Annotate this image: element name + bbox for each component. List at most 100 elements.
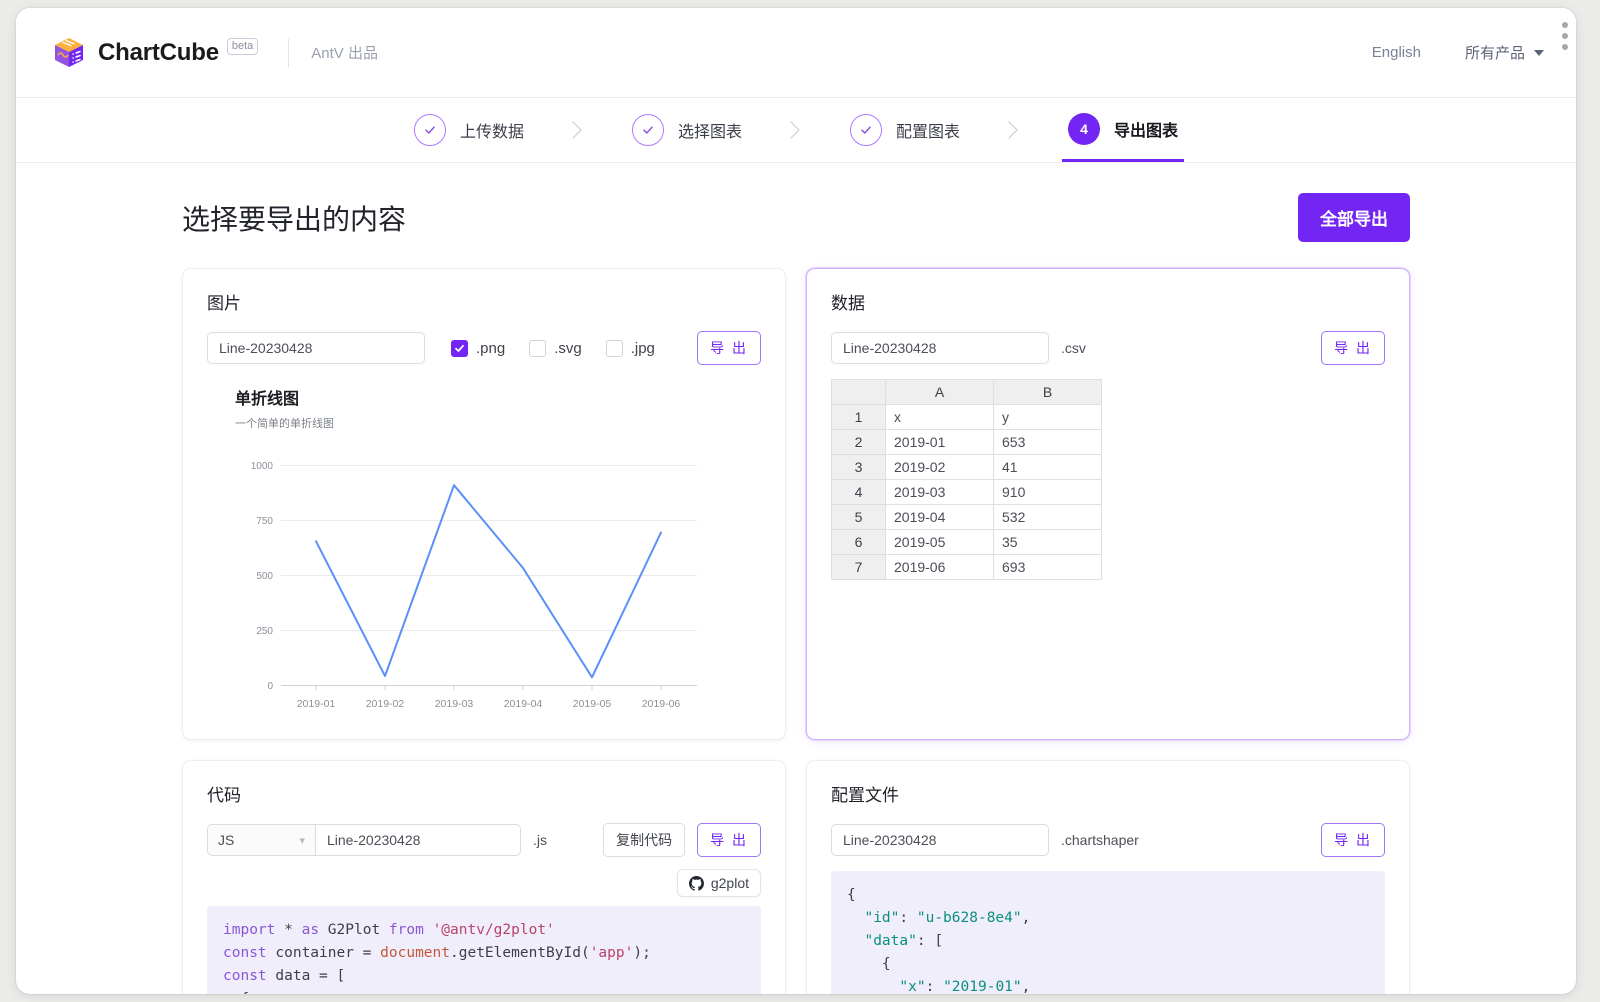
code-export-button[interactable]: 导 出 <box>697 823 761 857</box>
step-upload-data[interactable]: 上传数据 <box>408 98 530 162</box>
svg-text:2019-02: 2019-02 <box>366 698 405 710</box>
language-switch[interactable]: English <box>1372 44 1421 61</box>
brand-logo[interactable]: ChartCube beta <box>52 36 259 70</box>
data-card-title: 数据 <box>831 294 865 313</box>
format-label: .png <box>476 339 506 357</box>
export-all-button[interactable]: 全部导出 <box>1298 193 1410 242</box>
row-number: 6 <box>831 529 886 555</box>
data-filename-input[interactable] <box>831 332 1049 364</box>
step-check-icon <box>850 114 882 146</box>
step-progress: 上传数据 选择图表 配置图表 4 导出图表 <box>16 98 1576 163</box>
github-repo-chip[interactable]: g2plot <box>676 869 761 897</box>
cell-b[interactable]: y <box>993 404 1102 430</box>
checkbox-box <box>605 339 623 357</box>
dot-2 <box>1562 33 1568 39</box>
config-preview[interactable]: { "id": "u-b628-8e4", "data": [ { "x": "… <box>831 871 1385 994</box>
cell-a[interactable]: 2019-06 <box>885 554 994 580</box>
image-export-card: 图片 .png .svg <box>182 268 786 740</box>
cell-a[interactable]: 2019-03 <box>885 479 994 505</box>
top-header: ChartCube beta AntV 出品 English 所有产品 <box>16 8 1576 98</box>
cell-b[interactable]: 653 <box>993 429 1102 455</box>
all-products-label: 所有产品 <box>1464 45 1525 62</box>
config-filename-input[interactable] <box>831 824 1049 856</box>
table-row[interactable]: 2 2019-01 653 <box>831 429 1102 455</box>
header-actions: English 所有产品 <box>1372 42 1544 63</box>
table-row[interactable]: 7 2019-06 693 <box>831 554 1102 580</box>
chart-title: 单折线图 <box>235 391 300 408</box>
page-content: 选择要导出的内容 全部导出 图片 .png <box>16 163 1576 994</box>
row-number: 5 <box>831 504 886 530</box>
chevron-down-icon <box>1534 49 1544 56</box>
step-check-icon <box>631 114 664 146</box>
code-language-select[interactable]: JS ▾ <box>207 824 315 856</box>
step-choose-chart[interactable]: 选择图表 <box>626 98 748 162</box>
cell-b[interactable]: 910 <box>993 479 1102 505</box>
code-language-value: JS <box>218 832 235 848</box>
chevron-down-icon: ▾ <box>299 834 305 847</box>
table-header-row: A B <box>831 379 1102 405</box>
checkbox-box <box>451 339 468 357</box>
window-more-dots[interactable] <box>1560 22 1570 50</box>
row-number: 4 <box>831 479 886 505</box>
image-filename-input[interactable] <box>207 332 425 364</box>
image-export-button[interactable]: 导 出 <box>697 331 761 365</box>
format-checkbox-png[interactable]: .png <box>451 339 506 357</box>
cell-a[interactable]: 2019-02 <box>885 454 994 480</box>
format-checkbox-svg[interactable]: .svg <box>529 339 582 357</box>
step-separator-icon <box>530 119 626 141</box>
cell-a[interactable]: 2019-04 <box>885 504 994 530</box>
step-configure-chart[interactable]: 配置图表 <box>844 98 966 162</box>
config-export-button[interactable]: 导 出 <box>1321 823 1385 857</box>
step-label: 导出图表 <box>1114 122 1179 140</box>
dot-1 <box>1562 22 1568 28</box>
data-export-button[interactable]: 导 出 <box>1321 331 1385 365</box>
table-col-b: B <box>993 379 1102 405</box>
copy-code-button[interactable]: 复制代码 <box>603 823 686 857</box>
cell-a[interactable]: x <box>885 404 994 430</box>
table-row[interactable]: 5 2019-04 532 <box>831 504 1102 530</box>
table-row[interactable]: 3 2019-02 41 <box>831 454 1102 480</box>
cell-b[interactable]: 693 <box>993 554 1102 580</box>
code-card-title: 代码 <box>207 786 241 805</box>
cell-b[interactable]: 41 <box>993 454 1102 480</box>
code-filename-input[interactable] <box>315 824 521 856</box>
cell-a[interactable]: 2019-05 <box>885 529 994 555</box>
github-repo-label: g2plot <box>710 875 749 891</box>
dot-3 <box>1562 44 1568 50</box>
svg-text:1000: 1000 <box>251 461 274 472</box>
chartcube-logo-icon <box>55 37 83 67</box>
app-window: ChartCube beta AntV 出品 English 所有产品 上传数据 <box>16 8 1576 994</box>
brand-name: ChartCube <box>98 38 219 66</box>
data-table: A B 1 x y 2 2019-01 653 3 2019-02 41 4 2… <box>831 379 1102 580</box>
format-checkbox-jpg[interactable]: .jpg <box>605 339 655 357</box>
svg-text:250: 250 <box>256 626 273 637</box>
cell-a[interactable]: 2019-01 <box>885 429 994 455</box>
step-export-chart[interactable]: 4 导出图表 <box>1062 98 1185 162</box>
cell-b[interactable]: 532 <box>993 504 1102 530</box>
table-row[interactable]: 4 2019-03 910 <box>831 479 1102 505</box>
code-card-toolbar: JS ▾ .js 复制代码 导 出 <box>207 823 761 857</box>
code-export-card: 代码 JS ▾ .js 复制代码 导 出 <box>182 760 786 994</box>
svg-text:500: 500 <box>256 571 273 582</box>
code-preview[interactable]: import * as G2Plot from '@antv/g2plot' c… <box>207 906 761 994</box>
code-repo-row: g2plot <box>207 869 761 897</box>
all-products-menu[interactable]: 所有产品 <box>1465 42 1544 63</box>
checkbox-box <box>529 339 547 357</box>
cell-b[interactable]: 35 <box>993 529 1102 555</box>
row-number: 3 <box>831 454 886 480</box>
chart-subtitle: 一个简单的单折线图 <box>235 418 334 430</box>
table-row[interactable]: 1 x y <box>831 404 1102 430</box>
table-corner-cell <box>831 379 886 405</box>
step-label: 上传数据 <box>459 124 524 141</box>
data-export-card: 数据 .csv 导 出 A B <box>806 268 1410 740</box>
step-separator-icon <box>748 119 844 141</box>
image-card-title: 图片 <box>207 294 241 313</box>
svg-text:2019-05: 2019-05 <box>573 698 612 710</box>
config-extension-label: .chartshaper <box>1061 832 1139 848</box>
step-check-icon <box>413 114 446 146</box>
svg-text:2019-06: 2019-06 <box>642 698 681 710</box>
format-label: .jpg <box>630 339 655 357</box>
table-row[interactable]: 6 2019-05 35 <box>831 529 1102 555</box>
chart-preview: 单折线图 一个简单的单折线图 1000 750 500 250 0 2019-0… <box>207 385 761 715</box>
antv-subtitle: AntV 出品 <box>311 45 378 62</box>
